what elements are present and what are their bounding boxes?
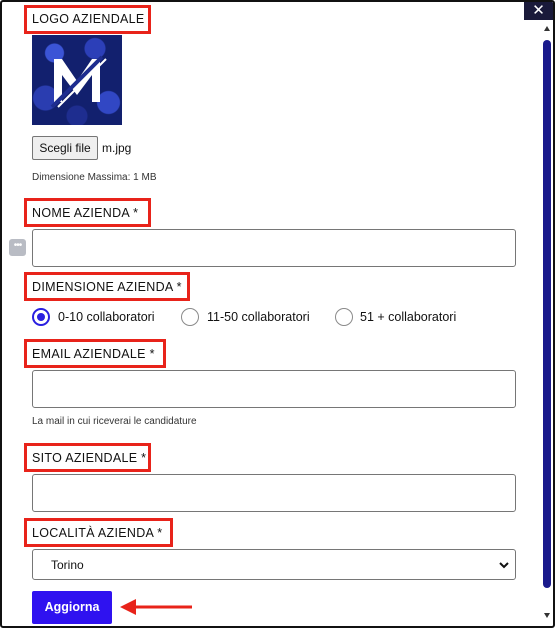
company-site-input[interactable] <box>32 474 516 512</box>
company-logo-image <box>32 35 122 125</box>
radio-size-11-50-label: 11-50 collaboratori <box>207 310 310 324</box>
selected-file-name: m.jpg <box>102 141 132 155</box>
company-email-input[interactable] <box>32 370 516 408</box>
update-button[interactable]: Aggiorna <box>32 591 112 624</box>
arrow-left-icon <box>120 599 192 615</box>
radio-size-51-plus[interactable] <box>335 308 353 326</box>
close-button[interactable]: ✕ <box>524 2 553 20</box>
scroll-up-arrow-icon[interactable] <box>544 26 550 31</box>
company-name-input[interactable] <box>32 229 516 267</box>
scrollbar-thumb[interactable] <box>543 40 551 588</box>
radio-size-11-50[interactable] <box>181 308 199 326</box>
company-size-label: DIMENSIONE AZIENDA * <box>32 280 182 294</box>
chevron-down-icon <box>499 562 509 569</box>
radio-size-0-10[interactable] <box>32 308 50 326</box>
max-size-hint: Dimensione Massima: 1 MB <box>32 172 157 183</box>
radio-size-51-plus-label: 51 + collaboratori <box>360 310 457 324</box>
company-location-label: LOCALITÀ AZIENDA * <box>32 526 163 540</box>
company-name-label: NOME AZIENDA * <box>32 206 139 220</box>
radio-size-0-10-label: 0-10 collaboratori <box>58 310 155 324</box>
company-location-select[interactable]: Torino <box>32 549 516 580</box>
scroll-down-arrow-icon[interactable] <box>544 613 550 618</box>
company-email-label: EMAIL AZIENDALE * <box>32 347 155 361</box>
company-location-value: Torino <box>51 558 84 572</box>
company-profile-form: ✕ LOGO AZIENDALE Scegli file m.jpg Dimen… <box>0 0 555 628</box>
company-email-hint: La mail in cui riceverai le candidature <box>32 416 197 427</box>
close-icon: ✕ <box>532 2 545 19</box>
company-site-label: SITO AZIENDALE * <box>32 451 147 465</box>
more-options-icon[interactable]: ••• <box>9 239 26 256</box>
choose-file-button[interactable]: Scegli file <box>32 136 98 160</box>
company-logo-m-icon <box>50 55 107 109</box>
logo-label: LOGO AZIENDALE <box>32 12 145 26</box>
